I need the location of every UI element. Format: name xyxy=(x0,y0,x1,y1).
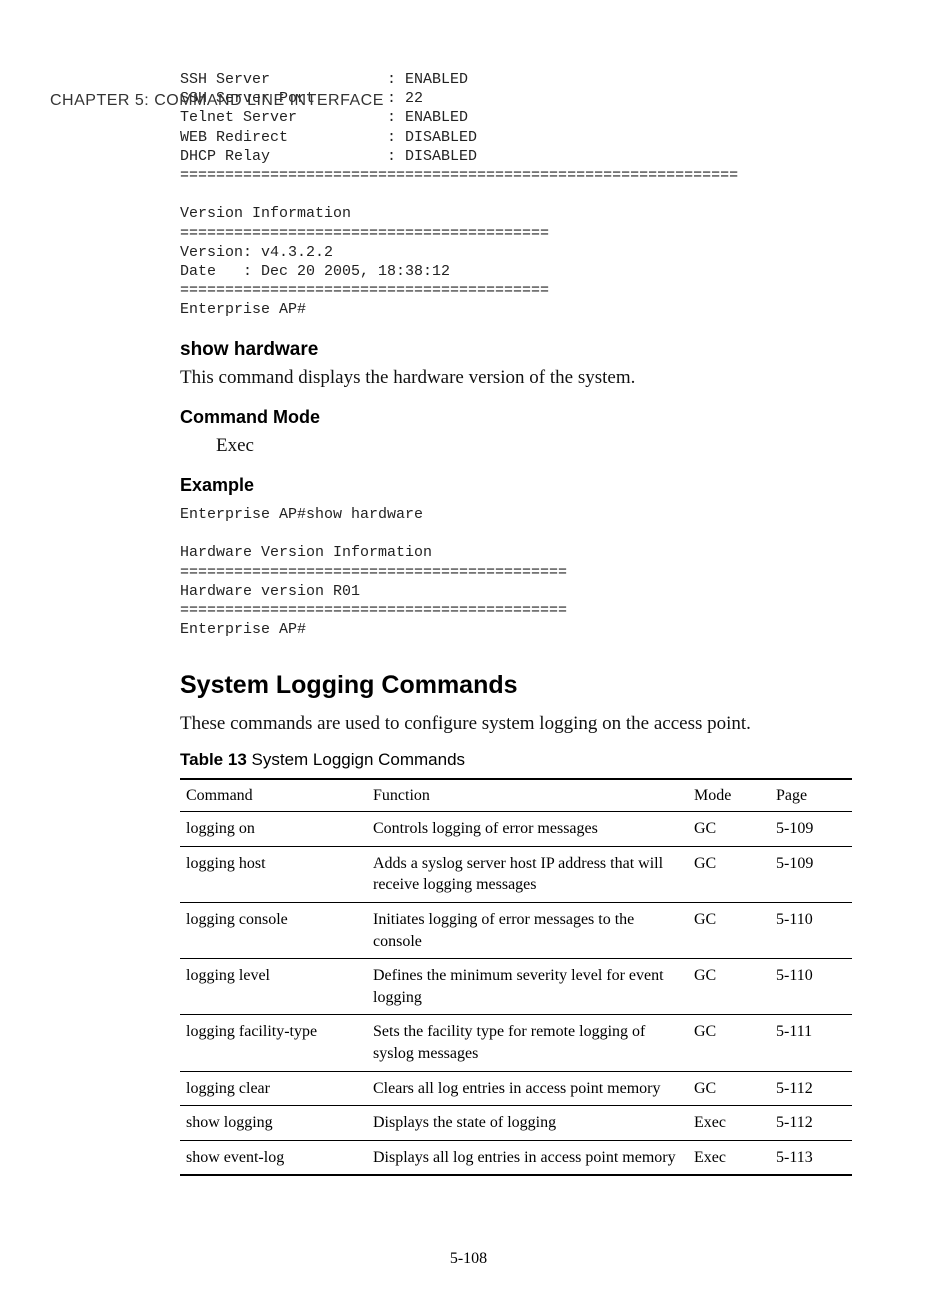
cell-func: Controls logging of error messages xyxy=(367,812,688,847)
table-row: logging host Adds a syslog server host I… xyxy=(180,846,852,902)
table-caption: Table 13 System Loggign Commands xyxy=(180,749,852,772)
table-header-row: Command Function Mode Page xyxy=(180,779,852,812)
table-row: show logging Displays the state of loggi… xyxy=(180,1106,852,1141)
table-row: logging facility-type Sets the facility … xyxy=(180,1015,852,1071)
cell-mode: GC xyxy=(688,1071,770,1106)
cell-func: Displays the state of logging xyxy=(367,1106,688,1141)
section-heading: System Logging Commands xyxy=(180,669,852,703)
logging-commands-table: Command Function Mode Page logging on Co… xyxy=(180,778,852,1177)
cell-func: Sets the facility type for remote loggin… xyxy=(367,1015,688,1071)
cell-func: Defines the minimum severity level for e… xyxy=(367,959,688,1015)
command-mode-value: Exec xyxy=(216,433,852,459)
table-row: logging clear Clears all log entries in … xyxy=(180,1071,852,1106)
cell-mode: Exec xyxy=(688,1106,770,1141)
table-caption-rest: System Loggign Commands xyxy=(247,750,465,769)
cell-page: 5-110 xyxy=(770,902,852,958)
page-number: 5-108 xyxy=(0,1248,937,1270)
cell-mode: GC xyxy=(688,1015,770,1071)
table-caption-bold: Table 13 xyxy=(180,750,247,769)
running-header: CHAPTER 5: COMMAND LINE INTERFACE xyxy=(50,90,384,112)
show-hardware-description: This command displays the hardware versi… xyxy=(180,365,852,391)
cell-func: Displays all log entries in access point… xyxy=(367,1140,688,1175)
cell-func: Clears all log entries in access point m… xyxy=(367,1071,688,1106)
table-row: logging on Controls logging of error mes… xyxy=(180,812,852,847)
cell-page: 5-112 xyxy=(770,1071,852,1106)
table-row: logging level Defines the minimum severi… xyxy=(180,959,852,1015)
cell-page: 5-109 xyxy=(770,812,852,847)
cell-cmd: logging on xyxy=(180,812,367,847)
col-command-header: Command xyxy=(180,779,367,812)
cell-page: 5-111 xyxy=(770,1015,852,1071)
cell-cmd: logging level xyxy=(180,959,367,1015)
cell-page: 5-109 xyxy=(770,846,852,902)
cell-func: Initiates logging of error messages to t… xyxy=(367,902,688,958)
cell-func: Adds a syslog server host IP address tha… xyxy=(367,846,688,902)
cell-cmd: logging host xyxy=(180,846,367,902)
cell-cmd: logging console xyxy=(180,902,367,958)
cell-page: 5-110 xyxy=(770,959,852,1015)
cell-mode: GC xyxy=(688,812,770,847)
cell-page: 5-112 xyxy=(770,1106,852,1141)
cell-mode: Exec xyxy=(688,1140,770,1175)
cell-cmd: logging clear xyxy=(180,1071,367,1106)
page: CHAPTER 5: COMMAND LINE INTERFACE SSH Se… xyxy=(0,70,937,1298)
table-row: show event-log Displays all log entries … xyxy=(180,1140,852,1175)
code-block-show-hardware: Enterprise AP#show hardware Hardware Ver… xyxy=(180,505,852,639)
cell-cmd: logging facility-type xyxy=(180,1015,367,1071)
cell-cmd: show logging xyxy=(180,1106,367,1141)
col-mode-header: Mode xyxy=(688,779,770,812)
col-function-header: Function xyxy=(367,779,688,812)
cell-mode: GC xyxy=(688,846,770,902)
show-hardware-heading: show hardware xyxy=(180,337,852,363)
cell-page: 5-113 xyxy=(770,1140,852,1175)
cell-mode: GC xyxy=(688,902,770,958)
section-intro: These commands are used to configure sys… xyxy=(180,711,852,737)
col-page-header: Page xyxy=(770,779,852,812)
example-label: Example xyxy=(180,473,852,497)
table-row: logging console Initiates logging of err… xyxy=(180,902,852,958)
cell-cmd: show event-log xyxy=(180,1140,367,1175)
command-mode-label: Command Mode xyxy=(180,405,852,429)
cell-mode: GC xyxy=(688,959,770,1015)
running-header-text: CHAPTER 5: COMMAND LINE INTERFACE xyxy=(50,92,384,109)
table-body: logging on Controls logging of error mes… xyxy=(180,812,852,1176)
